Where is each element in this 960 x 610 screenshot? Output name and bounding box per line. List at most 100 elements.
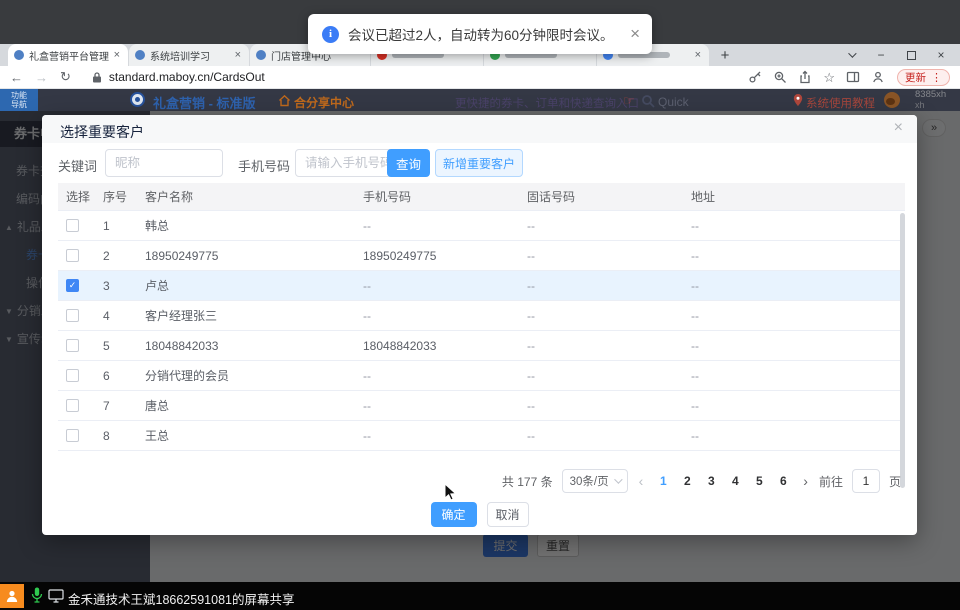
profile-icon[interactable] — [871, 70, 885, 84]
browser-tab[interactable]: 系统培训学习× — [129, 44, 249, 66]
cell-no: 6 — [103, 369, 145, 383]
cell-name: 卢总 — [145, 277, 363, 294]
cancel-button[interactable]: 取消 — [487, 502, 529, 527]
checkbox-cell — [58, 249, 103, 262]
cell-landline: -- — [527, 369, 691, 383]
bookmark-star-icon[interactable]: ☆ — [823, 71, 835, 84]
window-close-icon[interactable]: × — [934, 48, 948, 62]
cell-phone: -- — [363, 369, 527, 383]
page-number[interactable]: 6 — [774, 474, 792, 488]
row-checkbox[interactable] — [66, 249, 79, 262]
page-number[interactable]: 5 — [750, 474, 768, 488]
row-checkbox[interactable] — [66, 369, 79, 382]
new-tab-button[interactable]: + — [715, 46, 735, 66]
person-icon[interactable] — [0, 584, 24, 608]
share-icon[interactable] — [798, 70, 812, 84]
browser-tab[interactable]: 礼盒营销平台管理中心× — [8, 44, 128, 66]
query-button[interactable]: 查询 — [387, 149, 430, 177]
keyword-input[interactable] — [105, 149, 223, 177]
modal-header: 选择重要客户 × — [42, 115, 917, 143]
cell-no: 7 — [103, 399, 145, 413]
address-bar: ← → ↻ standard.maboy.cn/CardsOut ☆ 更新 ⋮ — [0, 66, 960, 89]
cell-name: 唐总 — [145, 397, 363, 414]
row-checkbox[interactable] — [66, 309, 79, 322]
cell-phone: -- — [363, 309, 527, 323]
chrome-menu-icon[interactable]: ⋮ — [931, 71, 942, 84]
row-checkbox[interactable]: ✓ — [66, 279, 79, 292]
row-checkbox[interactable] — [66, 399, 79, 412]
cell-no: 1 — [103, 219, 145, 233]
column-header: 客户名称 — [145, 188, 363, 205]
cell-name: 18950249775 — [145, 249, 363, 263]
password-key-icon[interactable] — [748, 70, 762, 84]
screen-share-text: 金禾通技术王斌18662591081的屏幕共享 — [68, 589, 294, 608]
column-header: 手机号码 — [363, 188, 527, 205]
cell-no: 3 — [103, 279, 145, 293]
tab-close-icon[interactable]: × — [112, 49, 122, 61]
keyword-label: 关键词 — [58, 156, 97, 175]
quick-search-icon[interactable] — [641, 94, 655, 108]
chrome-update-button[interactable]: 更新 ⋮ — [897, 69, 950, 86]
function-nav-toggle[interactable]: 功能 导航 — [0, 89, 38, 111]
modal-close-icon[interactable]: × — [894, 119, 903, 137]
page-number[interactable]: 1 — [654, 474, 672, 488]
cell-address: -- — [691, 309, 905, 323]
side-panel-icon[interactable] — [846, 70, 860, 84]
window-maximize-icon[interactable] — [904, 48, 918, 62]
lock-icon — [91, 71, 103, 84]
jump-page-input[interactable] — [852, 469, 880, 493]
cell-phone: -- — [363, 429, 527, 443]
share-center-link[interactable]: 合分享中心 — [294, 94, 354, 111]
notification-close-icon[interactable]: × — [630, 24, 640, 44]
page-number[interactable]: 2 — [678, 474, 696, 488]
tutorial-link[interactable]: 系统使用教程 — [806, 95, 875, 111]
cell-landline: -- — [527, 429, 691, 443]
share-center-icon — [278, 94, 291, 107]
add-customer-button[interactable]: 新增重要客户 — [435, 149, 523, 177]
tab-favicon-icon — [14, 50, 24, 60]
reload-icon[interactable]: ↻ — [60, 69, 71, 85]
prev-page-icon[interactable]: ‹ — [637, 473, 646, 489]
notification-text: 会议已超过2人，自动转为60分钟限时会议。 — [348, 24, 614, 44]
tab-close-icon[interactable]: × — [693, 49, 703, 61]
table-row[interactable]: 7唐总------ — [58, 391, 905, 421]
zoom-icon[interactable] — [773, 70, 787, 84]
table-row[interactable]: 51804884203318048842033---- — [58, 331, 905, 361]
window-minimize-icon[interactable]: − — [874, 48, 888, 62]
row-checkbox[interactable] — [66, 429, 79, 442]
next-page-icon[interactable]: › — [801, 473, 810, 489]
cell-no: 5 — [103, 339, 145, 353]
cell-name: 18048842033 — [145, 339, 363, 353]
table-row[interactable]: 21895024977518950249775---- — [58, 241, 905, 271]
checkbox-cell — [58, 309, 103, 322]
table-row[interactable]: 4客户经理张三------ — [58, 301, 905, 331]
page-number[interactable]: 3 — [702, 474, 720, 488]
table-row[interactable]: 6分销代理的会员------ — [58, 361, 905, 391]
forward-icon[interactable]: → — [35, 70, 48, 85]
row-checkbox[interactable] — [66, 339, 79, 352]
tab-close-icon[interactable]: × — [233, 49, 243, 61]
pointing-hand-icon: ☞ — [623, 93, 635, 109]
cell-address: -- — [691, 429, 905, 443]
url-text[interactable]: standard.maboy.cn/CardsOut — [109, 70, 265, 84]
table-row[interactable]: 1韩总------ — [58, 211, 905, 241]
cell-landline: -- — [527, 339, 691, 353]
row-checkbox[interactable] — [66, 219, 79, 232]
back-icon[interactable]: ← — [10, 70, 23, 85]
promo-text: 更快捷的券卡、订单和快递查询入口 — [455, 95, 639, 111]
cell-landline: -- — [527, 309, 691, 323]
page-number[interactable]: 4 — [726, 474, 744, 488]
user-avatar[interactable] — [884, 92, 900, 108]
window-menu-icon[interactable] — [844, 48, 858, 62]
table-row[interactable]: ✓3卢总------ — [58, 271, 905, 301]
quick-search-label[interactable]: Quick — [658, 95, 689, 109]
page-size-select[interactable]: 30条/页 — [562, 469, 628, 493]
confirm-button[interactable]: 确定 — [431, 502, 477, 527]
screen: 礼盒营销平台管理中心×系统培训学习×门店管理中心× + − × ← → ↻ st… — [0, 0, 960, 610]
checkbox-cell — [58, 399, 103, 412]
modal-title: 选择重要客户 — [60, 122, 144, 142]
nav-line2: 导航 — [0, 100, 38, 109]
cell-phone: -- — [363, 399, 527, 413]
table-scrollbar[interactable] — [900, 213, 905, 488]
table-row[interactable]: 8王总------ — [58, 421, 905, 451]
